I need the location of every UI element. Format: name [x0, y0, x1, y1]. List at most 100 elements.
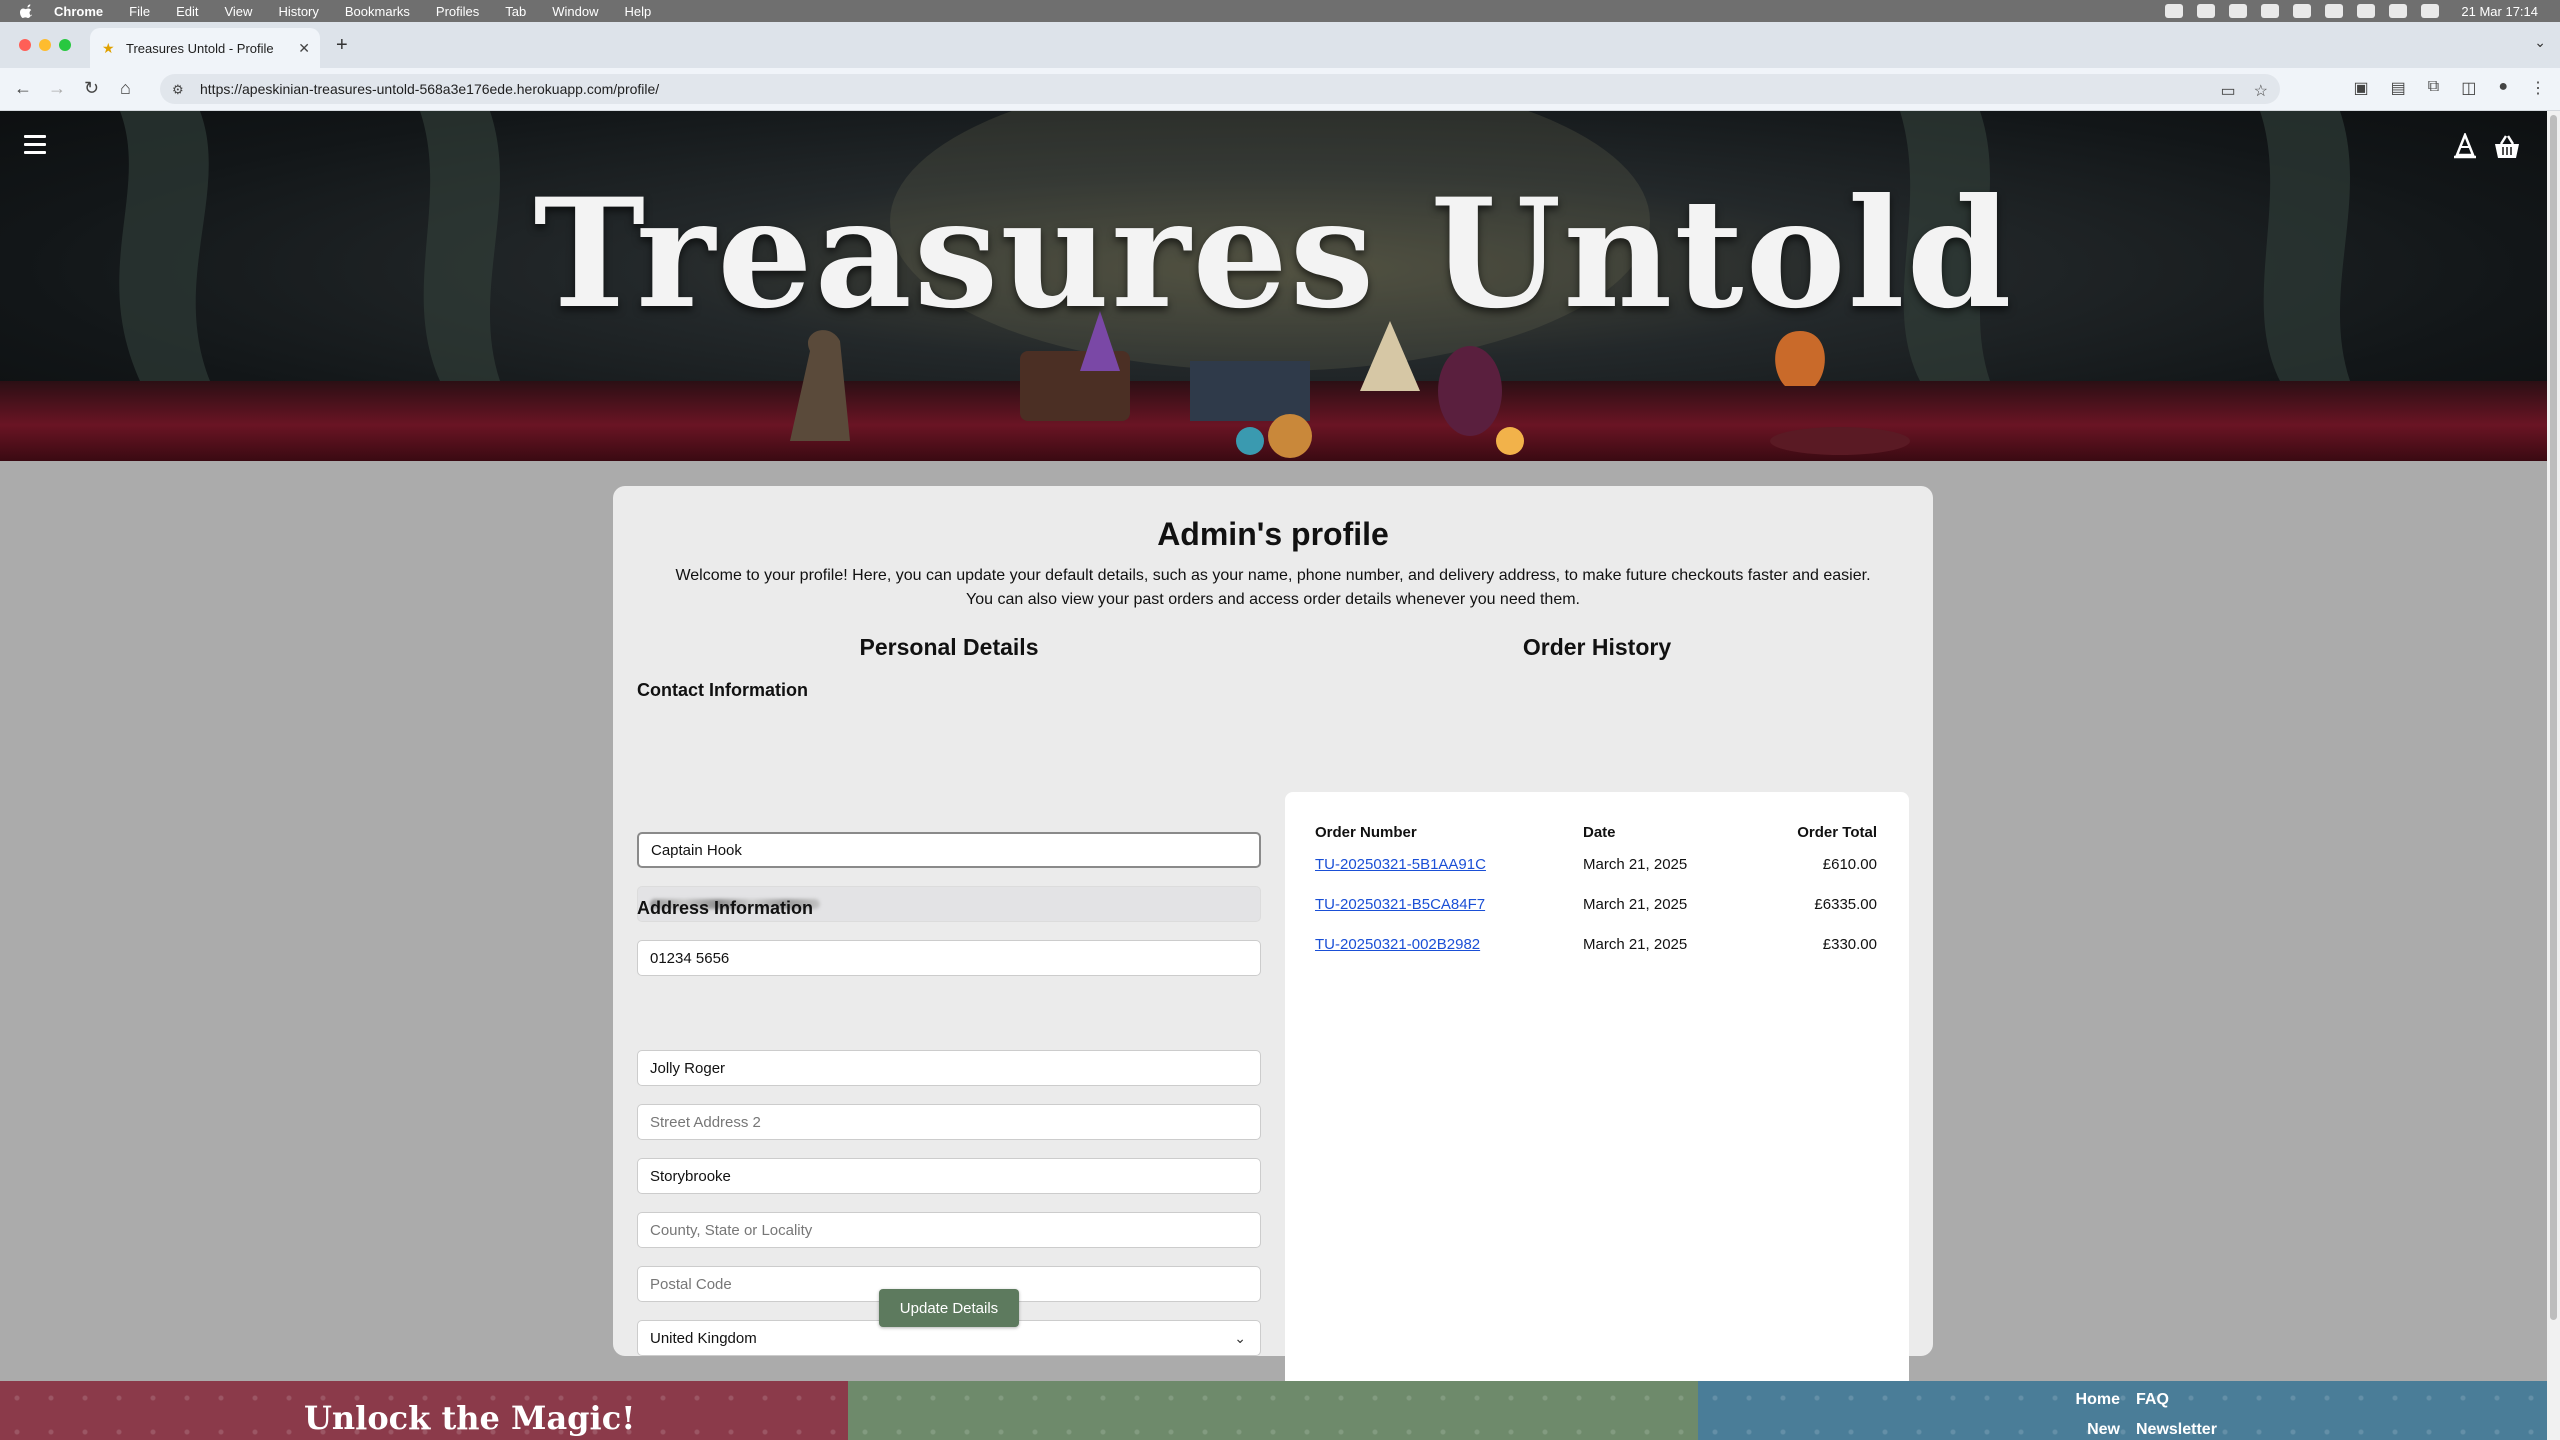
menu-profiles[interactable]: Profiles — [436, 4, 479, 19]
notion-icon[interactable] — [2197, 4, 2216, 18]
control-center-icon[interactable] — [2421, 4, 2440, 18]
footer-tagline: Unlock the Magic! — [304, 1399, 636, 1437]
table-header-row: Order Number Date Order Total — [1315, 820, 1877, 844]
col-order-total: Order Total — [1797, 823, 1877, 841]
new-tab-icon[interactable]: + — [336, 34, 348, 57]
footer-link-home[interactable]: Home — [2064, 1391, 2136, 1409]
reload-icon[interactable]: ↻ — [84, 78, 99, 99]
menu-tab[interactable]: Tab — [505, 4, 526, 19]
phone-value: 01234 5656 — [650, 949, 730, 967]
browser-tab-active[interactable]: ★ Treasures Untold - Profile ✕ — [90, 28, 320, 68]
intro-line-1: Welcome to your profile! Here, you can u… — [675, 567, 1871, 584]
order-number-link[interactable]: TU-20250321-B5CA84F7 — [1315, 896, 1485, 913]
menu-help[interactable]: Help — [625, 4, 652, 19]
phone-field[interactable]: 01234 5656 — [637, 940, 1261, 976]
bookmark-star-icon[interactable]: ☆ — [2254, 81, 2268, 101]
cloud-icon[interactable] — [2165, 4, 2184, 18]
apple-icon[interactable] — [20, 4, 34, 18]
table-row: TU-20250321-5B1AA91C March 21, 2025 £610… — [1315, 844, 1877, 884]
table-row: TU-20250321-002B2982 March 21, 2025 £330… — [1315, 924, 1877, 964]
web-page: Treasures Untold Admin's profile Welcome… — [0, 111, 2547, 1440]
minimize-window-button[interactable] — [39, 39, 51, 51]
menu-file[interactable]: File — [129, 4, 150, 19]
site-info-icon[interactable]: ⚙ — [172, 82, 186, 97]
town-city-field[interactable]: Storybrooke — [637, 1158, 1261, 1194]
footer-link-faq[interactable]: FAQ — [2136, 1391, 2226, 1409]
menubar-app-icon[interactable] — [2229, 4, 2248, 18]
order-total: £610.00 — [1822, 855, 1877, 873]
tab-close-icon[interactable]: ✕ — [298, 40, 310, 57]
menubar-clock[interactable]: 21 Mar 17:14 — [2461, 4, 2538, 19]
site-footer: Unlock the Magic! Home FAQ New Newslette… — [0, 1381, 2547, 1440]
wifi-icon[interactable] — [2389, 4, 2408, 18]
street-address-1-value: Jolly Roger — [650, 1059, 726, 1077]
county-field[interactable]: County, State or Locality — [637, 1212, 1261, 1248]
extensions-puzzle-icon[interactable]: ⧉ — [2428, 78, 2439, 98]
order-number-link[interactable]: TU-20250321-5B1AA91C — [1315, 856, 1486, 873]
full-name-field[interactable]: Captain Hook — [637, 832, 1261, 868]
footer-link-new[interactable]: New — [2064, 1421, 2136, 1439]
order-date: March 21, 2025 — [1583, 855, 1688, 873]
menu-history[interactable]: History — [278, 4, 318, 19]
page-title: Admin's profile — [1157, 516, 1389, 552]
menu-edit[interactable]: Edit — [176, 4, 198, 19]
media-icon[interactable]: ◫ — [2461, 78, 2476, 98]
battery-icon[interactable] — [2357, 4, 2376, 18]
menu-window[interactable]: Window — [552, 4, 598, 19]
order-total: £330.00 — [1822, 935, 1877, 953]
tab-title: Treasures Untold - Profile — [126, 40, 274, 56]
shopping-basket-icon[interactable] — [2492, 133, 2522, 161]
country-value: United Kingdom — [650, 1329, 757, 1347]
account-wizard-icon[interactable] — [2451, 133, 2479, 161]
order-number-link[interactable]: TU-20250321-002B2982 — [1315, 936, 1480, 953]
contact-info-heading: Contact Information — [637, 680, 808, 700]
home-icon[interactable]: ⌂ — [120, 78, 131, 99]
site-brand-title[interactable]: Treasures Untold — [0, 166, 2547, 342]
forward-icon[interactable]: → — [48, 78, 66, 99]
footer-newsletter-section: Unlock the Magic! — [0, 1381, 848, 1440]
page-scrollbar[interactable] — [2547, 111, 2560, 1440]
personal-details-heading: Personal Details — [859, 634, 1039, 660]
order-date: March 21, 2025 — [1583, 895, 1688, 913]
extension-icon[interactable]: ▣ — [2354, 78, 2369, 98]
footer-middle-section — [848, 1381, 1698, 1440]
address-bar[interactable]: ⚙ https://apeskinian-treasures-untold-56… — [160, 74, 2280, 104]
favicon-star-icon: ★ — [102, 40, 115, 56]
card-icon[interactable]: ▭ — [2221, 81, 2236, 101]
order-total: £6335.00 — [1814, 895, 1877, 913]
browser-toolbar: ← → ↻ ⌂ ⚙ https://apeskinian-treasures-u… — [0, 68, 2560, 111]
profile-intro: Welcome to your profile! Here, you can u… — [613, 564, 1933, 612]
footer-link-newsletter[interactable]: Newsletter — [2136, 1421, 2226, 1439]
hamburger-menu-icon[interactable] — [24, 135, 46, 155]
order-history-heading: Order History — [1522, 634, 1672, 660]
kebab-menu-icon[interactable]: ⋮ — [2530, 78, 2546, 98]
street-address-1-field[interactable]: Jolly Roger — [637, 1050, 1261, 1086]
drive-icon[interactable] — [2261, 4, 2280, 18]
update-details-button[interactable]: Update Details — [879, 1289, 1019, 1327]
profile-avatar-icon[interactable]: ● — [2498, 78, 2508, 98]
extension-photo-icon[interactable]: ▤ — [2391, 78, 2406, 98]
zoom-window-button[interactable] — [59, 39, 71, 51]
window-controls — [19, 39, 71, 51]
record-icon[interactable] — [2325, 4, 2344, 18]
back-icon[interactable]: ← — [14, 78, 32, 99]
scrollbar-thumb[interactable] — [2550, 115, 2557, 1320]
county-placeholder: County, State or Locality — [650, 1221, 813, 1239]
street-address-2-field[interactable]: Street Address 2 — [637, 1104, 1261, 1140]
menu-app-name[interactable]: Chrome — [54, 4, 103, 19]
address-url[interactable]: https://apeskinian-treasures-untold-568a… — [200, 81, 659, 97]
close-window-button[interactable] — [19, 39, 31, 51]
order-history-panel: Order Number Date Order Total TU-2025032… — [1285, 792, 1909, 1428]
tab-search-chevron-icon[interactable]: ⌄ — [2534, 34, 2546, 51]
street-address-2-placeholder: Street Address 2 — [650, 1113, 761, 1131]
cast-icon[interactable] — [2293, 4, 2312, 18]
full-name-value: Captain Hook — [651, 841, 742, 859]
menu-view[interactable]: View — [224, 4, 252, 19]
chevron-down-icon: ⌄ — [1234, 1330, 1246, 1346]
menu-bookmarks[interactable]: Bookmarks — [345, 4, 410, 19]
postcode-placeholder: Postal Code — [650, 1275, 732, 1293]
table-row: TU-20250321-B5CA84F7 March 21, 2025 £633… — [1315, 884, 1877, 924]
intro-line-2: You can also view your past orders and a… — [966, 591, 1580, 608]
col-date: Date — [1583, 823, 1616, 841]
hero-banner: Treasures Untold — [0, 111, 2547, 461]
